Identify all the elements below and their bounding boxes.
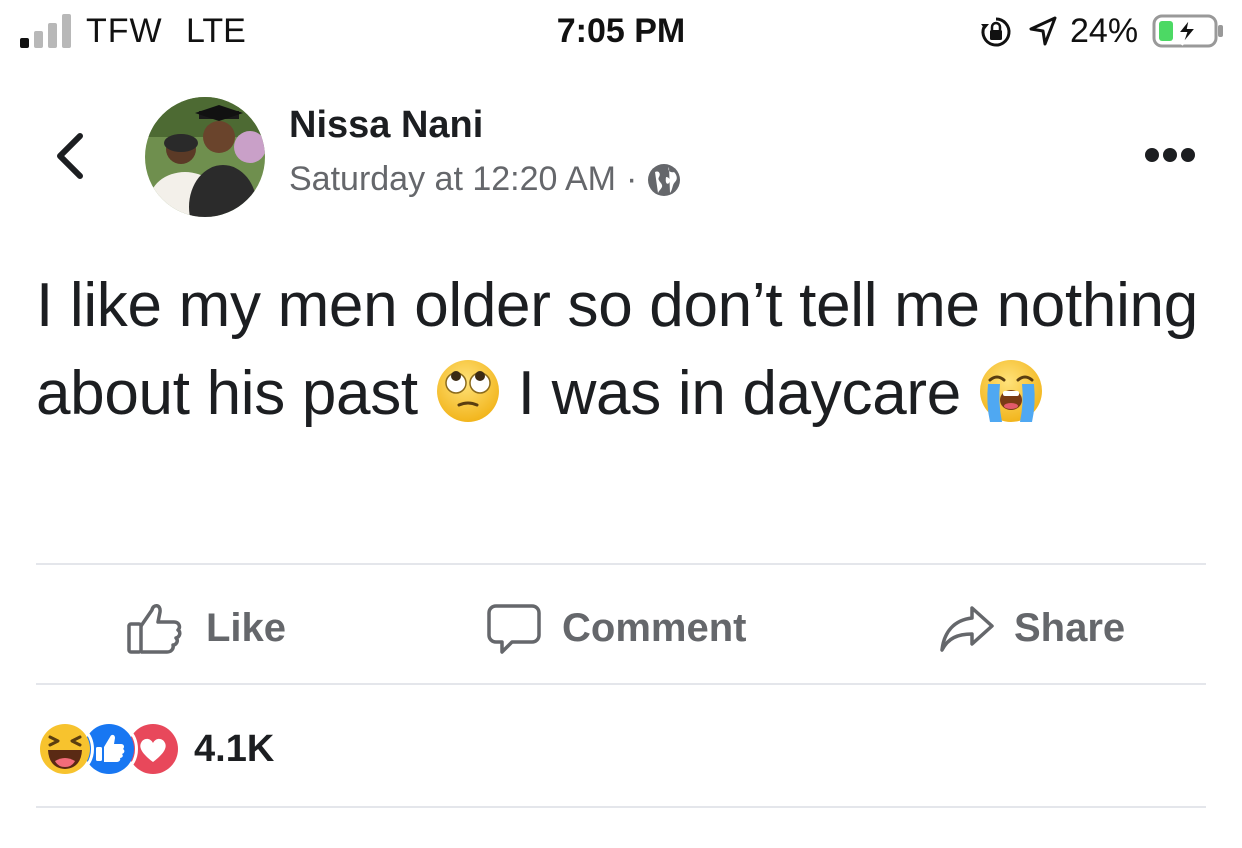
reactions-summary[interactable]: 4.1K xyxy=(36,720,275,778)
meta-separator: · xyxy=(625,160,638,198)
haha-reaction-icon xyxy=(36,720,94,778)
divider-top xyxy=(36,563,1206,565)
like-button[interactable]: Like xyxy=(126,598,286,658)
post-timestamp[interactable]: Saturday at 12:20 AM xyxy=(289,160,616,199)
reaction-count: 4.1K xyxy=(194,727,275,770)
post-text-part2: I was in daycare xyxy=(517,359,961,428)
author-name[interactable]: Nissa Nani xyxy=(289,104,483,147)
back-chevron-icon[interactable] xyxy=(50,130,90,182)
thumbs-up-icon xyxy=(127,604,182,654)
divider-middle xyxy=(36,683,1206,685)
loudly-crying-face-emoji-icon xyxy=(978,358,1044,424)
comment-button[interactable]: Comment xyxy=(486,598,746,658)
post-text: I like my men older so don’t tell me not… xyxy=(36,262,1216,438)
divider-bottom xyxy=(36,806,1206,808)
like-label: Like xyxy=(206,605,287,650)
lock-rotation-icon xyxy=(981,17,1011,47)
author-avatar[interactable] xyxy=(145,97,265,217)
status-bar: TFW LTE 7:05 PM 24% xyxy=(0,0,1242,64)
post-meta: Saturday at 12:20 AM · xyxy=(289,160,681,199)
comment-label: Comment xyxy=(562,605,747,650)
share-button[interactable]: Share xyxy=(938,598,1125,658)
battery-charging-icon xyxy=(1152,14,1223,48)
globe-icon xyxy=(648,163,681,196)
share-label: Share xyxy=(1014,605,1126,650)
share-arrow-icon xyxy=(940,606,994,652)
battery-percentage: 24% xyxy=(1070,12,1139,50)
more-options-icon[interactable] xyxy=(1144,146,1196,164)
face-with-rolling-eyes-emoji-icon xyxy=(435,358,501,424)
comment-bubble-icon xyxy=(487,604,541,654)
location-icon xyxy=(1029,16,1057,46)
